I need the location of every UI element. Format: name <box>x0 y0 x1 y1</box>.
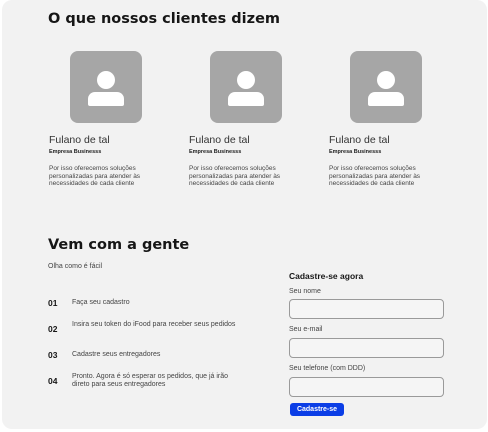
testimonial-name: Fulano de tal <box>329 134 390 146</box>
join-subtitle: Olha como é fácil <box>48 263 103 270</box>
user-avatar-icon <box>210 51 282 123</box>
user-avatar-icon <box>70 51 142 123</box>
signup-title: Cadastre-se agora <box>289 271 364 281</box>
testimonial-text: Por isso oferecemos soluções personaliza… <box>189 165 281 188</box>
testimonial-company: Empresa Businesss <box>329 149 382 155</box>
step-number: 04 <box>48 376 58 386</box>
testimonial-company: Empresa Businesss <box>189 149 242 155</box>
step-text: Pronto. Agora é só esperar os pedidos, q… <box>72 373 229 389</box>
testimonial-text: Por isso oferecemos soluções personaliza… <box>329 165 421 188</box>
phone-label: Seu telefone (com DDD) <box>289 365 366 372</box>
testimonials-title: O que nossos clientes dizem <box>48 11 281 27</box>
phone-field[interactable] <box>289 377 444 397</box>
name-label: Seu nome <box>289 288 321 295</box>
email-label: Seu e-mail <box>289 326 323 333</box>
testimonial-name: Fulano de tal <box>189 134 250 146</box>
testimonial-company: Empresa Businesss <box>49 149 102 155</box>
email-field[interactable] <box>289 338 444 358</box>
step-number: 02 <box>48 324 58 334</box>
step-text: Cadastre seus entregadores <box>72 351 161 358</box>
step-number: 01 <box>48 298 58 308</box>
step-text: Insira seu token do iFood para receber s… <box>72 321 236 328</box>
signup-submit-button[interactable]: Cadastre-se <box>290 403 344 416</box>
user-avatar-icon <box>350 51 422 123</box>
step-text: Faça seu cadastro <box>72 299 130 306</box>
testimonial-name: Fulano de tal <box>49 134 110 146</box>
join-title: Vem com a gente <box>48 237 190 253</box>
testimonial-text: Por isso oferecemos soluções personaliza… <box>49 165 141 188</box>
step-number: 03 <box>48 350 58 360</box>
name-field[interactable] <box>289 299 444 319</box>
